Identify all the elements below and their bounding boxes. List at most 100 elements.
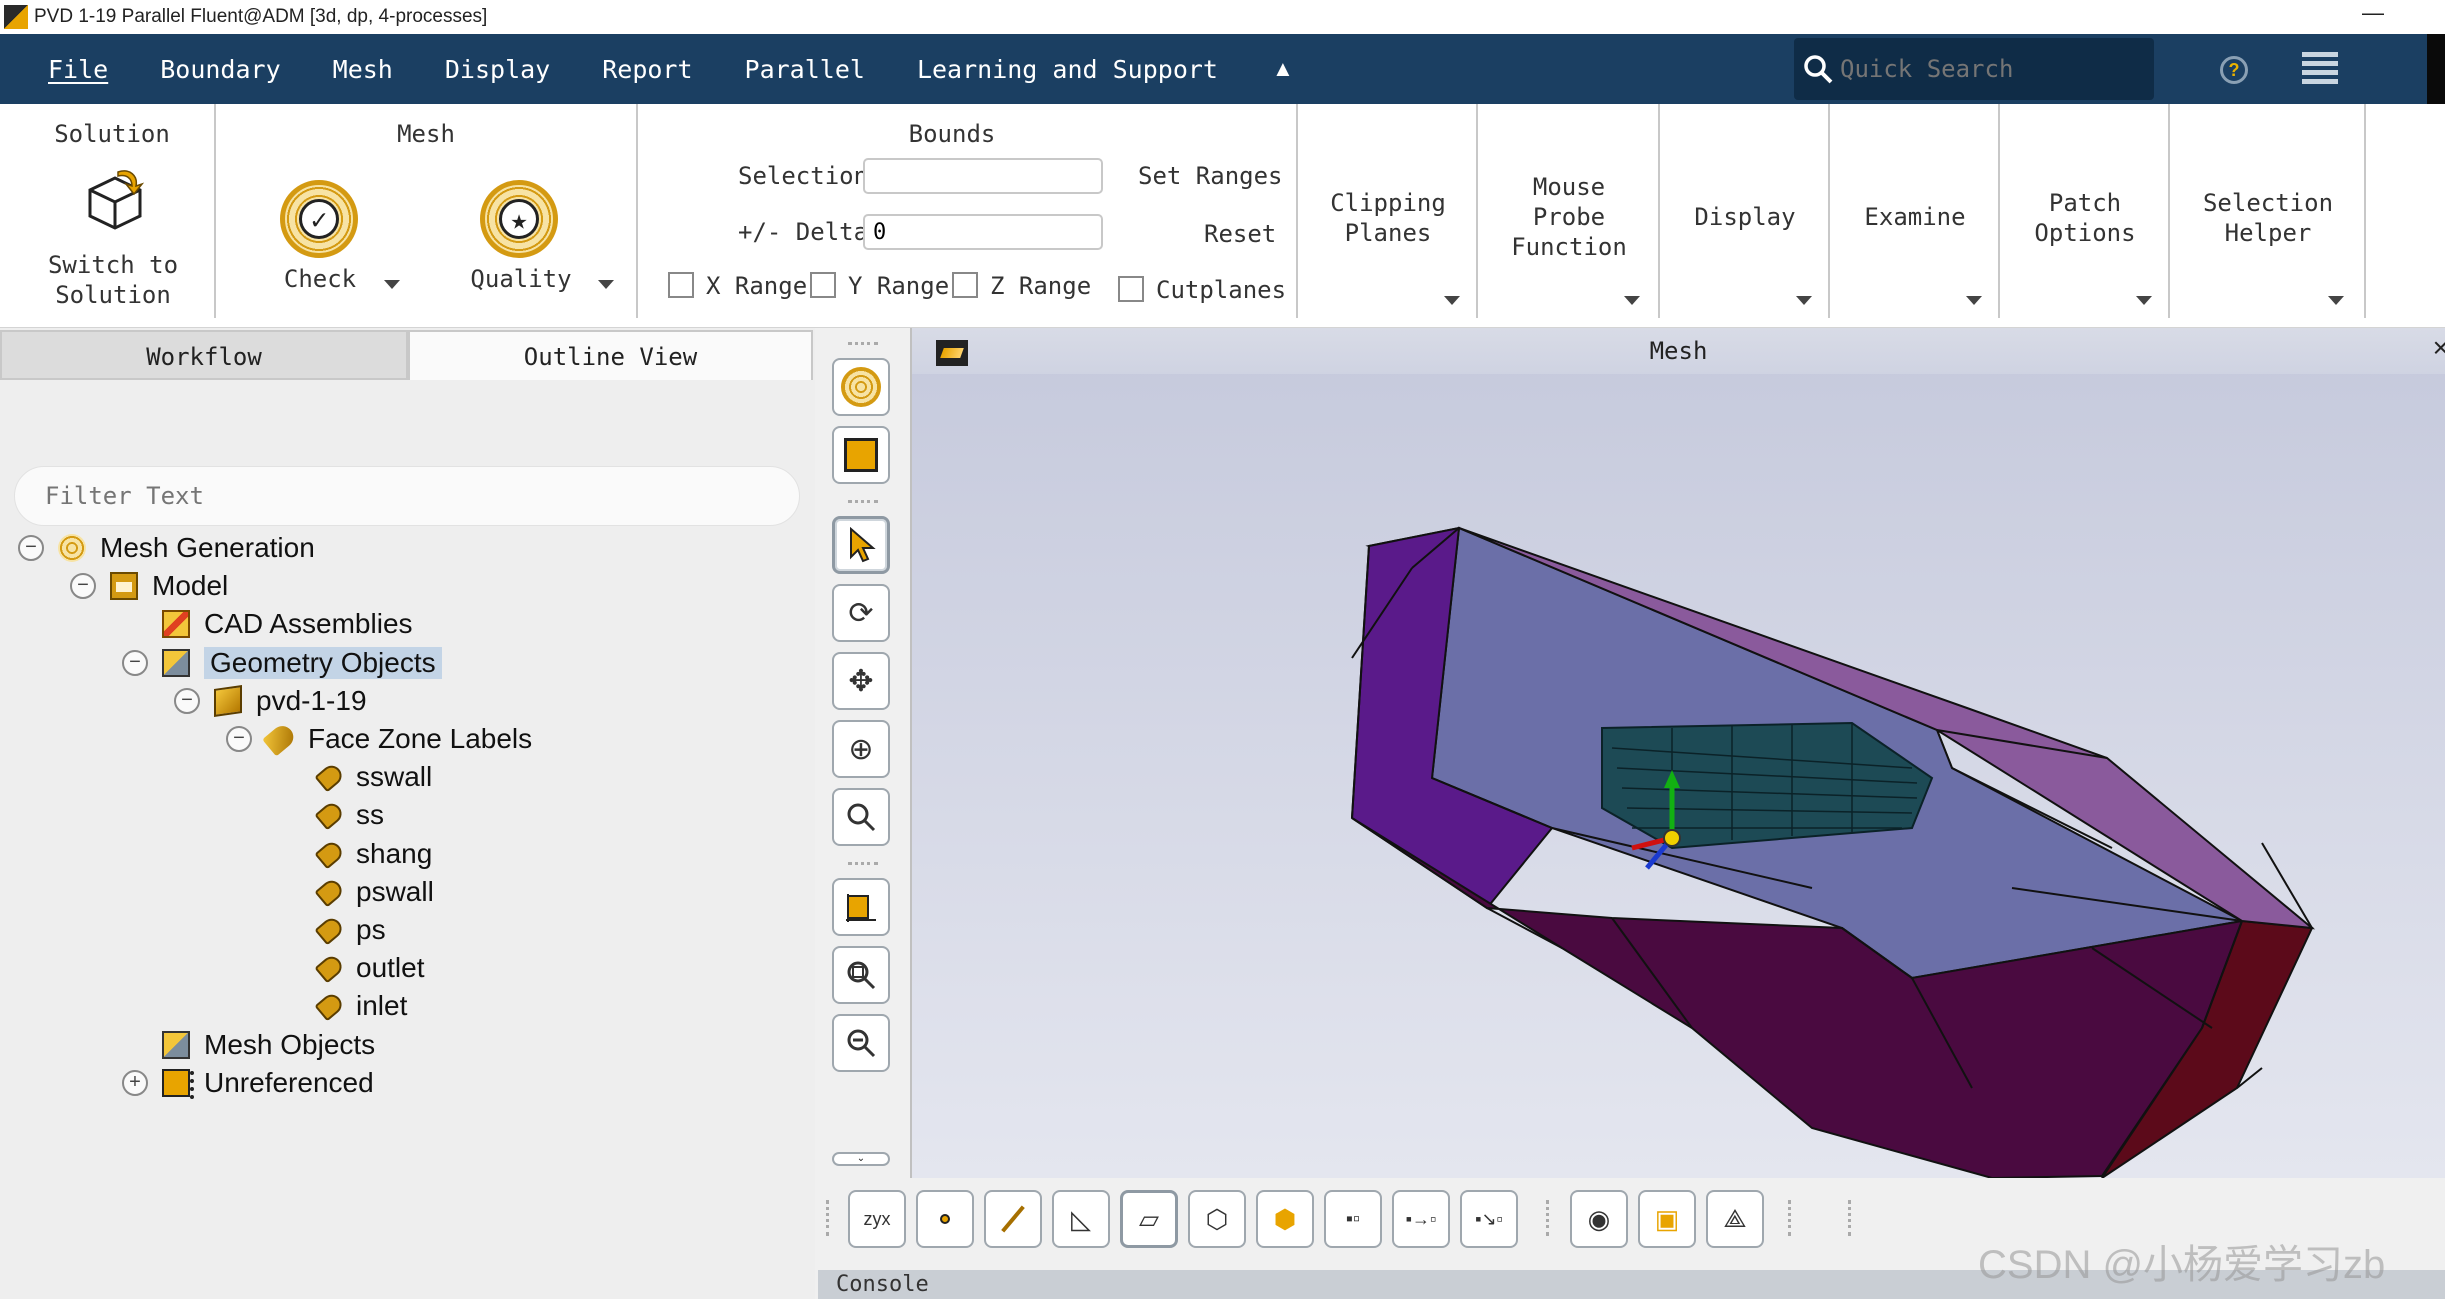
tree-item[interactable]: inlet [314,988,407,1024]
ribbon-section-selection-helper[interactable]: Selection Helper [2170,104,2366,318]
quick-search-input[interactable] [1840,55,2140,83]
collapse-icon[interactable]: − [18,535,44,561]
menu-boundary[interactable]: Boundary [134,55,306,84]
select-face-button[interactable]: ▱ [1120,1190,1178,1248]
select-cell-button[interactable]: ⬡ [1188,1190,1246,1248]
quality-dropdown-arrow[interactable] [598,280,614,289]
display-button[interactable]: Display [1660,202,1830,232]
close-icon[interactable]: × [2433,332,2445,364]
quality-button[interactable]: Quality [456,264,586,294]
select-path-button[interactable]: ▪→▫ [1392,1190,1450,1248]
mesh-quality-icon[interactable]: ★ [480,180,558,258]
reset-button[interactable]: Reset [1204,220,1276,248]
tree-item[interactable]: outlet [314,950,425,986]
toolbar-grip[interactable] [1848,1200,1854,1236]
select-node-button[interactable]: ▪↘▫ [1460,1190,1518,1248]
cutplanes-checkbox[interactable] [1118,276,1144,302]
rotate-button[interactable]: ⟳ [832,584,890,642]
selection-helper-button[interactable]: Selection Helper [2170,188,2366,248]
expand-icon[interactable]: + [122,1069,148,1096]
ribbon-section-examine[interactable]: Examine [1830,104,2000,318]
collapse-icon[interactable]: − [70,573,96,600]
tree-item[interactable]: − Model [70,568,228,604]
tree-item[interactable]: − pvd-1-19 [174,683,367,719]
filter-text-input[interactable] [14,466,800,526]
menu-learning-and-support[interactable]: Learning and Support [891,55,1244,84]
switch-to-solution-button[interactable]: Switch to Solution [10,250,216,310]
tree-item[interactable]: + Unreferenced [122,1065,374,1101]
mesh-node-button[interactable]: ⟁ [1706,1190,1764,1248]
tree-item[interactable]: − Mesh Generation [18,530,315,566]
toolbar-grip[interactable] [848,342,878,348]
toolbar-grip[interactable] [848,862,878,868]
toolbar-grip[interactable] [1546,1200,1552,1236]
tab-outline-view[interactable]: Outline View [408,330,813,380]
patch-options-dropdown-arrow[interactable] [2136,296,2152,305]
tree-item[interactable]: ps [314,912,386,948]
menu-file[interactable]: File [0,55,134,84]
tree-item[interactable]: sswall [314,759,432,795]
ribbon-layout-icon[interactable] [2302,52,2338,88]
tree-item[interactable]: pswall [314,874,434,910]
menu-display[interactable]: Display [419,55,576,84]
zoom-to-area-button[interactable] [832,946,890,1004]
select-pointer-button[interactable] [832,516,890,574]
tree-item[interactable]: ss [314,797,384,833]
mouse-probe-dropdown-arrow[interactable] [1624,296,1640,305]
examine-button[interactable]: Examine [1830,202,2000,232]
quick-search[interactable] [1794,38,2154,100]
ribbon-section-display[interactable]: Display [1660,104,1830,318]
selection-input[interactable] [863,158,1103,194]
toolbar-grip[interactable] [848,500,878,506]
menu-parallel[interactable]: Parallel [719,55,891,84]
menu-report[interactable]: Report [576,55,718,84]
help-icon[interactable]: ? [2220,56,2248,84]
select-body-button[interactable]: ⬢ [1256,1190,1314,1248]
tree-item[interactable]: CAD Assemblies [162,606,413,642]
collapse-icon[interactable]: − [226,726,252,752]
axes-view-button[interactable]: zyx [848,1190,906,1248]
object-select-button[interactable]: ▣ [1638,1190,1696,1248]
clipping-planes-button[interactable]: Clipping Planes [1298,188,1478,248]
mesh-viewport[interactable] [912,328,2445,1178]
set-ranges-button[interactable]: Set Ranges [1138,162,1283,190]
tree-item[interactable]: − Face Zone Labels [226,721,532,757]
select-edge-button[interactable] [984,1190,1042,1248]
show-hide-button[interactable]: ◉ [1570,1190,1628,1248]
ribbon-section-mouse-probe[interactable]: Mouse Probe Function [1478,104,1660,318]
fit-to-window-button[interactable] [832,878,890,936]
check-dropdown-arrow[interactable] [384,280,400,289]
graphics-window[interactable]: Mesh × [910,328,2445,1178]
toolbar-expand-button[interactable]: ⌄ [832,1152,890,1166]
check-button[interactable]: Check [260,264,380,294]
minimize-button[interactable]: — [2361,2,2385,24]
select-triangle-button[interactable]: ◺ [1052,1190,1110,1248]
tab-workflow[interactable]: Workflow [0,330,408,380]
toolbar-grip[interactable] [1788,1200,1794,1236]
mouse-probe-function-button[interactable]: Mouse Probe Function [1478,172,1660,262]
x-range-checkbox[interactable] [668,272,694,298]
zoom-button[interactable] [832,788,890,846]
zoom-in-out-button[interactable]: ⊕ [832,720,890,778]
fit-mesh-button[interactable] [832,358,890,416]
pan-button[interactable]: ✥ [832,652,890,710]
toolbar-grip[interactable] [826,1200,832,1236]
tree-item[interactable]: shang [314,836,432,872]
display-dropdown-arrow[interactable] [1796,296,1812,305]
select-point-button[interactable] [916,1190,974,1248]
caret-up-icon[interactable]: ▲ [1272,56,1294,82]
tree-item[interactable]: Mesh Objects [162,1027,375,1063]
zoom-out-button[interactable] [832,1014,890,1072]
selection-helper-dropdown-arrow[interactable] [2328,296,2344,305]
collapse-icon[interactable]: − [122,649,148,676]
z-range-checkbox[interactable] [952,272,978,298]
collapse-icon[interactable]: − [174,687,200,714]
examine-dropdown-arrow[interactable] [1966,296,1982,305]
ribbon-section-patch-options[interactable]: Patch Options [2000,104,2170,318]
y-range-checkbox[interactable] [810,272,836,298]
view-box-button[interactable] [832,426,890,484]
ribbon-section-clipping-planes[interactable]: Clipping Planes [1298,104,1478,318]
tree-item[interactable]: − Geometry Objects [122,645,442,681]
mesh-check-icon[interactable]: ✓ [280,180,358,258]
delta-input[interactable] [863,214,1103,250]
